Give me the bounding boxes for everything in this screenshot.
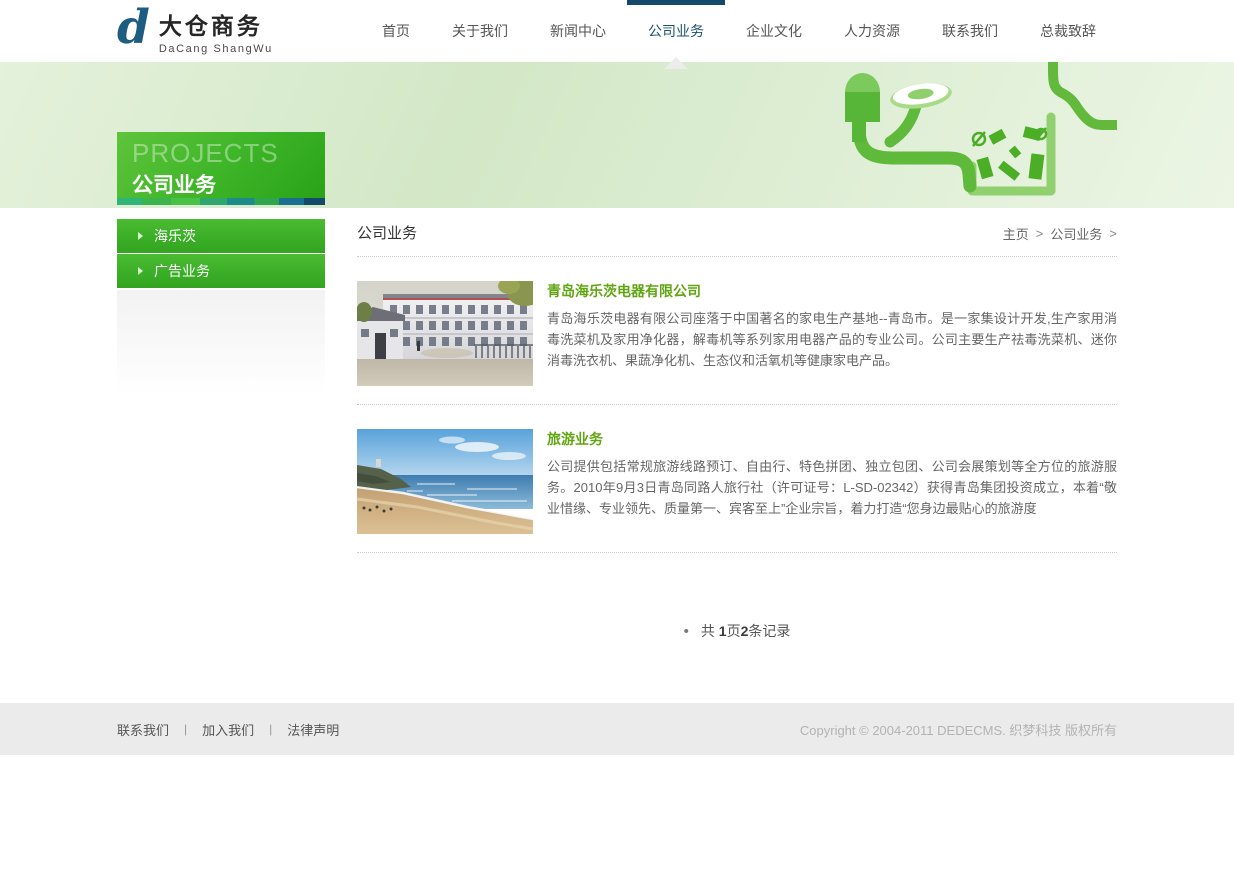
business-item-info: 青岛海乐茨电器有限公司 青岛海乐茨电器有限公司座落于中国著名的家电生产基地--青…	[547, 281, 1117, 386]
page-title: 公司业务	[357, 222, 417, 243]
business-list-item: 旅游业务 公司提供包括常规旅游线路预订、自由行、特色拼团、独立包团、公司会展策划…	[357, 405, 1117, 553]
active-tab-indicator	[627, 0, 725, 5]
footer-link-join[interactable]: 加入我们	[202, 720, 254, 739]
main-nav: 首页 关于我们 新闻中心 公司业务 企业文化 人力资源 联系我们 总裁致辞	[361, 0, 1117, 62]
nav-label: 新闻中心	[550, 21, 606, 41]
logo-name-en: DaCang ShangWu	[159, 43, 273, 55]
site-footer: 联系我们 | 加入我们 | 法律声明 Copyright © 2004-2011…	[0, 703, 1234, 755]
business-item-title-link[interactable]: 旅游业务	[547, 429, 603, 449]
nav-label: 总裁致辞	[1040, 21, 1096, 41]
breadcrumb-separator: >	[1109, 226, 1117, 241]
logo-name-cn: 大仓商务	[159, 7, 273, 41]
site-header: d 大仓商务 DaCang ShangWu 首页 关于我们 新闻中心 公司业务 …	[0, 0, 1234, 62]
breadcrumb: 主页 > 公司业务 >	[1003, 224, 1117, 243]
sidebar-item-hailici[interactable]: 海乐茨	[117, 219, 325, 253]
breadcrumb-home-link[interactable]: 主页	[1003, 224, 1029, 243]
logo-text: 大仓商务 DaCang ShangWu	[159, 7, 273, 55]
business-item-title-link[interactable]: 青岛海乐茨电器有限公司	[547, 281, 701, 301]
sidebar-menu: 海乐茨 广告业务	[117, 219, 325, 395]
nav-item-news[interactable]: 新闻中心	[529, 0, 627, 62]
copyright-text: Copyright © 2004-2011 DEDECMS. 织梦科技 版权所有	[800, 720, 1117, 739]
eco-pipes-illustration-icon	[832, 62, 1117, 208]
arrow-right-icon	[138, 267, 143, 275]
nav-label: 关于我们	[452, 21, 508, 41]
main-content: 公司业务 主页 > 公司业务 >	[357, 219, 1117, 641]
pagination-prefix: 共	[701, 623, 719, 639]
breadcrumb-separator: >	[1036, 226, 1044, 241]
factory-building-photo[interactable]	[357, 281, 533, 386]
sidebar-fade-panel	[117, 290, 325, 395]
nav-item-projects[interactable]: 公司业务	[627, 0, 725, 62]
nav-label: 公司业务	[648, 21, 704, 41]
banner-title-en: PROJECTS	[132, 139, 325, 168]
breadcrumb-current-link[interactable]: 公司业务	[1050, 224, 1102, 243]
business-item-info: 旅游业务 公司提供包括常规旅游线路预订、自由行、特色拼团、独立包团、公司会展策划…	[547, 429, 1117, 534]
sidebar-item-label: 海乐茨	[154, 226, 196, 246]
page-body: 海乐茨 广告业务 公司业务 主页 > 公司业务 >	[0, 208, 1234, 703]
page-banner: PROJECTS 公司业务	[0, 62, 1234, 208]
nav-item-culture[interactable]: 企业文化	[725, 0, 823, 62]
footer-separator: |	[184, 722, 187, 736]
pagination: • 共 1页2条记录	[357, 621, 1117, 641]
nav-label: 企业文化	[746, 21, 802, 41]
sidebar-item-label: 广告业务	[154, 261, 210, 281]
pagination-bullet-icon: •	[684, 623, 689, 640]
active-tab-pointer-icon	[664, 57, 688, 69]
company-logo[interactable]: d 大仓商务 DaCang ShangWu	[117, 7, 273, 55]
sidebar-item-advertising[interactable]: 广告业务	[117, 254, 325, 288]
pagination-page-count: 1	[719, 623, 727, 639]
pagination-record-unit: 条记录	[748, 623, 790, 639]
arrow-right-icon	[138, 232, 143, 240]
footer-link-legal[interactable]: 法律声明	[287, 720, 339, 739]
nav-item-hr[interactable]: 人力资源	[823, 0, 921, 62]
business-item-description: 青岛海乐茨电器有限公司座落于中国著名的家电生产基地--青岛市。是一家集设计开发,…	[547, 308, 1117, 371]
business-item-description: 公司提供包括常规旅游线路预订、自由行、特色拼团、独立包团、公司会展策划等全方位的…	[547, 456, 1117, 519]
nav-item-home[interactable]: 首页	[361, 0, 431, 62]
nav-label: 人力资源	[844, 21, 900, 41]
nav-label: 首页	[382, 21, 410, 41]
content-header: 公司业务 主页 > 公司业务 >	[357, 219, 1117, 257]
nav-item-contact[interactable]: 联系我们	[921, 0, 1019, 62]
beach-seaside-photo[interactable]	[357, 429, 533, 534]
banner-category-box: PROJECTS 公司业务	[117, 132, 325, 198]
banner-color-stripe	[117, 198, 325, 205]
business-list-item: 青岛海乐茨电器有限公司 青岛海乐茨电器有限公司座落于中国著名的家电生产基地--青…	[357, 257, 1117, 405]
logo-d-icon: d	[117, 7, 150, 55]
banner-title-cn: 公司业务	[132, 169, 325, 199]
footer-links: 联系我们 | 加入我们 | 法律声明	[117, 720, 339, 739]
footer-separator: |	[269, 722, 272, 736]
pagination-text: 共 1页2条记录	[701, 621, 790, 641]
footer-link-contact[interactable]: 联系我们	[117, 720, 169, 739]
nav-item-president[interactable]: 总裁致辞	[1019, 0, 1117, 62]
nav-label: 联系我们	[942, 21, 998, 41]
nav-item-about[interactable]: 关于我们	[431, 0, 529, 62]
pagination-page-unit: 页	[727, 623, 741, 639]
